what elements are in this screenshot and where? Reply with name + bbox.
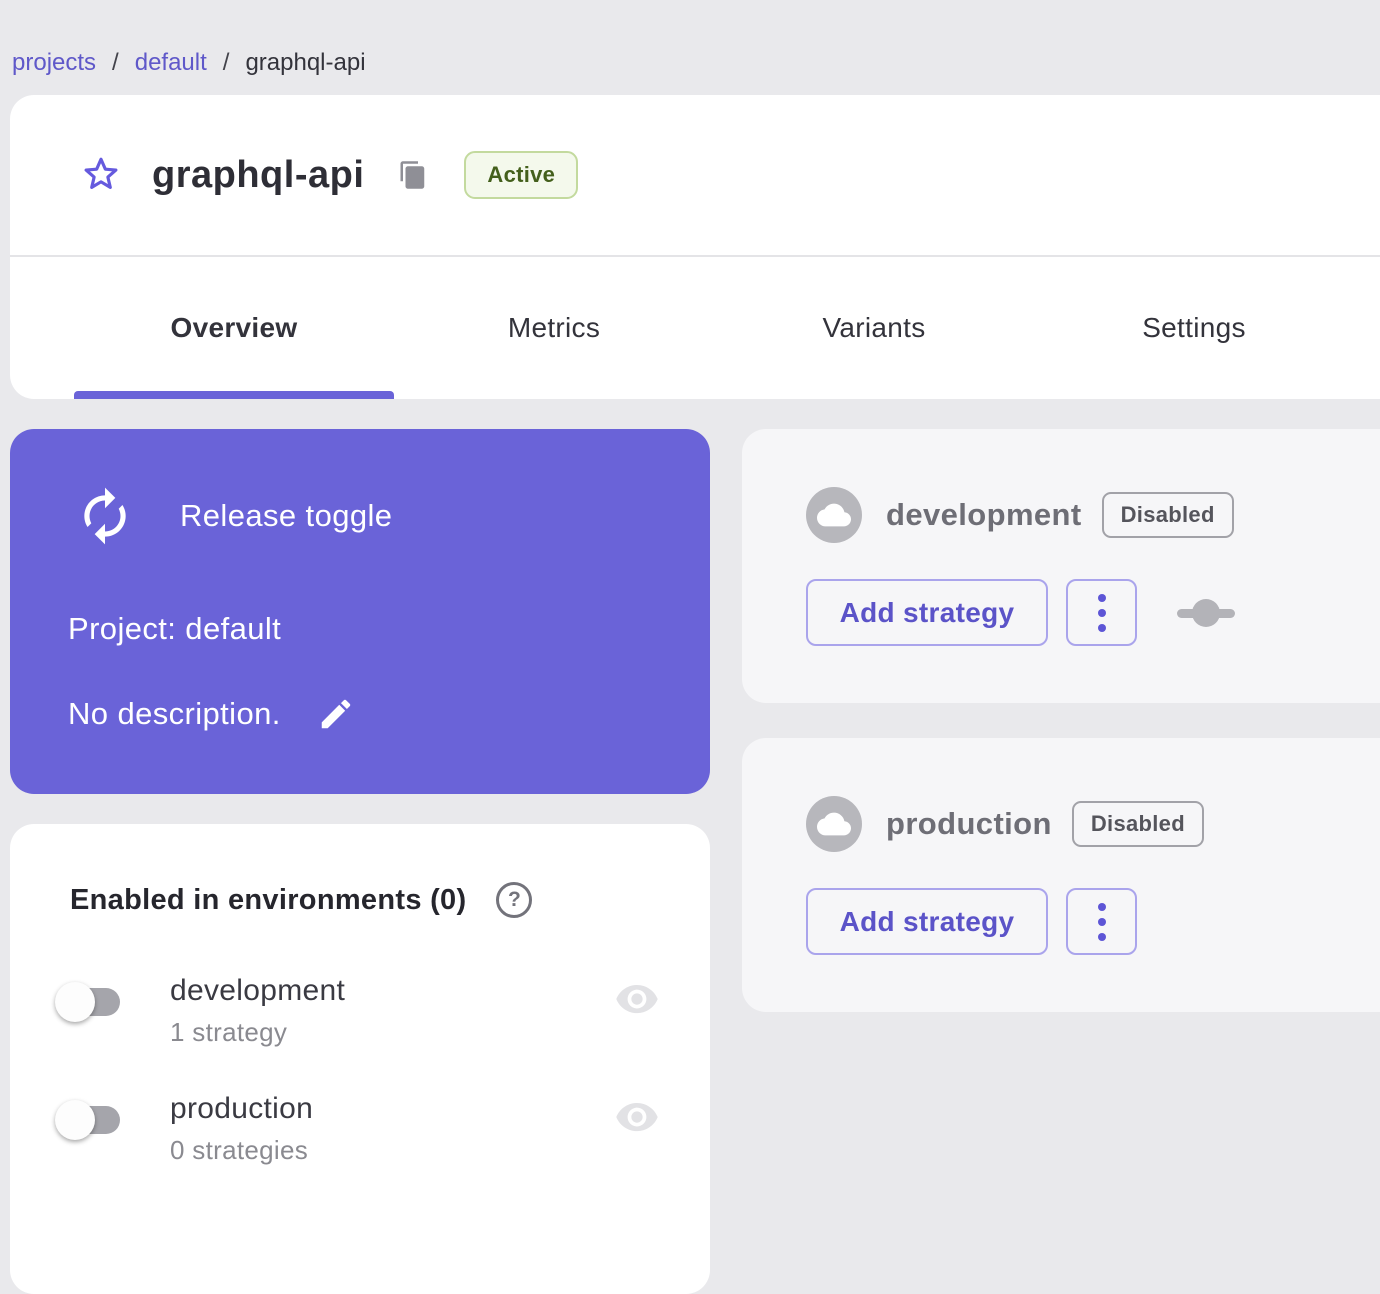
- environment-actions: Add strategy: [806, 888, 1380, 955]
- kebab-dot: [1097, 917, 1106, 926]
- kebab-dot: [1097, 608, 1106, 617]
- more-options-button[interactable]: [1066, 888, 1137, 955]
- tab-settings-label: Settings: [1142, 312, 1246, 343]
- tab-bar: Overview Metrics Variants Settings: [10, 257, 1380, 399]
- feature-header-card: graphql-api Active Overview Metrics Vari…: [10, 95, 1380, 399]
- kebab-dot: [1097, 593, 1106, 602]
- environment-header: development Disabled: [806, 487, 1380, 543]
- environment-name: production: [886, 806, 1052, 841]
- breadcrumb-separator: /: [112, 48, 119, 76]
- left-column: Release toggle Project: default No descr…: [10, 429, 710, 1294]
- kebab-dot: [1097, 932, 1106, 941]
- environment-header: production Disabled: [806, 796, 1380, 852]
- description-text: No description.: [68, 696, 281, 731]
- tab-metrics[interactable]: Metrics: [394, 257, 714, 399]
- favorite-star-icon[interactable]: [80, 154, 122, 196]
- page-title: graphql-api: [152, 153, 365, 196]
- toggle-type-row: Release toggle: [74, 485, 654, 547]
- environment-actions: Add strategy: [806, 579, 1380, 646]
- breadcrumb-link-projects[interactable]: projects: [12, 49, 96, 77]
- tab-variants-label: Variants: [822, 312, 926, 343]
- right-column: development Disabled Add strategy produc…: [742, 429, 1380, 1012]
- development-strategy-card: development Disabled Add strategy: [742, 429, 1380, 703]
- enabled-environments-card: Enabled in environments (0) ? developmen…: [10, 824, 710, 1294]
- environment-strategy-count: 1 strategy: [170, 1017, 288, 1047]
- visibility-icon[interactable]: [614, 984, 660, 1016]
- breadcrumb: projects / default / graphql-api: [0, 0, 1380, 95]
- edit-description-icon[interactable]: [317, 695, 355, 733]
- tab-overview[interactable]: Overview: [74, 257, 394, 399]
- development-toggle[interactable]: [55, 982, 120, 1022]
- kebab-dot: [1097, 623, 1106, 632]
- enabled-environments-header: Enabled in environments (0) ?: [62, 882, 660, 918]
- active-tab-indicator: [74, 391, 394, 399]
- breadcrumb-link-default[interactable]: default: [135, 49, 207, 77]
- environment-status-badge: Disabled: [1071, 801, 1204, 847]
- breadcrumb-current: graphql-api: [245, 48, 366, 76]
- copy-name-icon[interactable]: [398, 158, 428, 192]
- status-badge: Active: [464, 151, 579, 199]
- add-strategy-button[interactable]: Add strategy: [806, 579, 1048, 646]
- visibility-icon[interactable]: [614, 1102, 660, 1134]
- toggle-knob: [55, 982, 95, 1022]
- help-icon[interactable]: ?: [496, 882, 533, 918]
- production-strategy-card: production Disabled Add strategy: [742, 738, 1380, 1012]
- project-label: Project: default: [68, 611, 282, 646]
- environment-name: development: [886, 497, 1082, 532]
- tab-overview-label: Overview: [170, 312, 298, 343]
- environment-avatar: [806, 487, 862, 543]
- environment-labels: development 1 strategy: [170, 974, 345, 1048]
- environment-avatar: [806, 796, 862, 852]
- rollout-slider-icon: [1177, 598, 1235, 627]
- feature-title-row: graphql-api Active: [10, 95, 1380, 255]
- toggle-knob: [55, 1100, 95, 1140]
- kebab-dot: [1097, 902, 1106, 911]
- more-options-button[interactable]: [1066, 579, 1137, 646]
- add-strategy-button[interactable]: Add strategy: [806, 888, 1048, 955]
- environment-status-badge: Disabled: [1101, 492, 1234, 538]
- environment-labels: production 0 strategies: [170, 1092, 313, 1166]
- environment-row-development: development 1 strategy: [55, 974, 660, 1048]
- tab-metrics-label: Metrics: [507, 312, 601, 343]
- environment-row-production: production 0 strategies: [55, 1092, 660, 1166]
- release-toggle-icon: [84, 487, 126, 545]
- toggle-type-label: Release toggle: [180, 498, 393, 533]
- environment-strategy-count: 0 strategies: [170, 1135, 309, 1165]
- enabled-environments-heading: Enabled in environments (0): [70, 883, 467, 916]
- environment-name: production: [170, 1092, 314, 1125]
- environment-name: development: [170, 974, 346, 1007]
- breadcrumb-separator: /: [222, 48, 230, 76]
- feature-summary-card: Release toggle Project: default No descr…: [10, 429, 710, 794]
- slider-knot: [1192, 598, 1220, 627]
- overview-layout: Release toggle Project: default No descr…: [10, 429, 1380, 1294]
- tab-settings[interactable]: Settings: [1034, 257, 1354, 399]
- cloud-environment-icon: [817, 812, 851, 836]
- tab-variants[interactable]: Variants: [714, 257, 1034, 399]
- description-row: No description.: [68, 695, 654, 733]
- cloud-environment-icon: [817, 503, 851, 527]
- production-toggle[interactable]: [55, 1100, 120, 1140]
